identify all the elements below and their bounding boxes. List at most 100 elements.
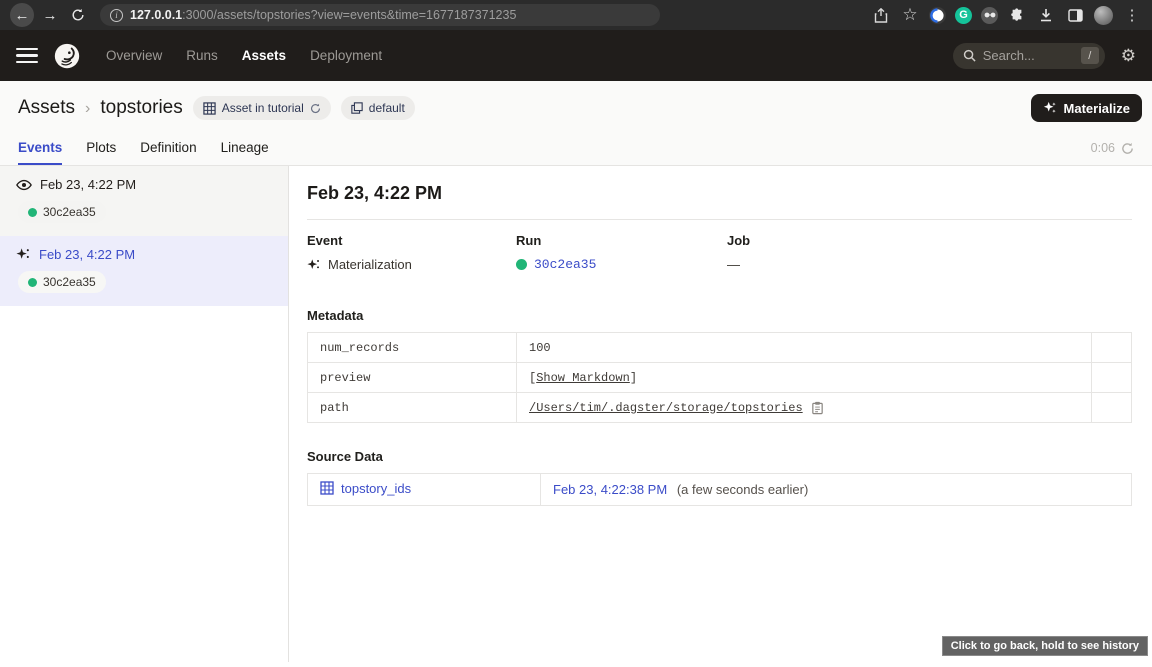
event-detail-panel: Feb 23, 4:22 PM Event Materialization Ru… [289,166,1152,662]
materialize-button[interactable]: Materialize [1031,94,1142,122]
refresh-icon[interactable] [1121,142,1134,155]
profile-avatar[interactable] [1094,6,1113,25]
goggles-extension-icon[interactable] [981,7,998,24]
nav-item-deployment[interactable]: Deployment [310,48,382,63]
event-type-value: Materialization [328,257,412,272]
browser-status-tooltip: Click to go back, hold to see history [942,636,1148,656]
url-text: 127.0.0.1:3000/assets/topstories?view=ev… [130,8,516,22]
source-event-time-link[interactable]: Feb 23, 4:22:38 PM [553,482,667,497]
source-data-section-title: Source Data [307,449,1132,464]
materialize-button-label: Materialize [1064,101,1130,116]
search-placeholder: Search... [983,48,1074,63]
divider [307,219,1132,220]
repo-badge[interactable]: default [341,96,415,120]
dagster-logo [52,41,82,71]
tab-lineage[interactable]: Lineage [221,132,269,165]
source-asset-name: topstory_ids [341,481,411,496]
metadata-section-title: Metadata [307,308,1132,323]
downloads-icon[interactable] [1036,5,1056,25]
browser-menu-icon[interactable]: ⋮ [1122,5,1142,25]
url-host: 127.0.0.1 [130,8,182,22]
search-input[interactable]: Search... / [953,43,1105,69]
event-time: Feb 23, 4:22 PM [40,177,136,192]
browser-back-button[interactable]: ← [10,3,34,27]
run-id-link[interactable]: 30c2ea35 [534,257,596,272]
metadata-value: [Show Markdown] [517,363,1092,393]
source-asset-link[interactable]: topstory_ids [320,481,411,496]
nav-right: Search... / ⚙ [953,43,1136,69]
grammarly-letter: G [959,9,968,21]
side-panel-icon[interactable] [1065,5,1085,25]
breadcrumb-assets-link[interactable]: Assets [18,97,75,119]
url-path: :3000/assets/topstories?view=events&time… [182,8,516,22]
share-icon[interactable] [871,5,891,25]
tab-events[interactable]: Events [18,132,62,165]
nav-item-runs[interactable]: Runs [186,48,218,63]
page-info-icon[interactable]: i [110,9,123,22]
empty-cell [1092,393,1132,423]
search-shortcut-key: / [1081,47,1099,64]
breadcrumb: Assets › topstories [18,97,183,119]
empty-cell [1092,333,1132,363]
nav-item-assets[interactable]: Assets [242,48,286,63]
nav-item-overview[interactable]: Overview [106,48,162,63]
metadata-key: path [308,393,517,423]
table-grid-icon [320,481,334,495]
event-list-item-observation[interactable]: Feb 23, 4:22 PM 30c2ea35 [0,166,288,236]
table-row: path /Users/tim/.dagster/storage/topstor… [308,393,1132,423]
metadata-key: preview [308,363,517,393]
extension-icon-blue[interactable] [929,7,946,24]
reload-icon [71,8,85,22]
browser-action-icons: ☆ G ⋮ [871,5,1142,25]
bracket: ] [630,371,637,385]
job-label: Job [727,233,750,248]
extensions-puzzle-icon[interactable] [1007,5,1027,25]
table-row: num_records 100 [308,333,1132,363]
repo-badge-label: default [369,101,405,115]
run-id-pill[interactable]: 30c2ea35 [18,271,106,293]
metadata-table: num_records 100 preview [Show Markdown] … [307,332,1132,423]
asset-tabs: Events Plots Definition Lineage 0:06 [0,132,1152,165]
observation-eye-icon [16,179,32,191]
page-header: Assets › topstories Asset in tutorial de… [0,81,1152,166]
tab-plots[interactable]: Plots [86,132,116,165]
address-bar[interactable]: i 127.0.0.1:3000/assets/topstories?view=… [100,4,660,26]
sparkle-icon [1043,101,1057,115]
bookmark-star-icon[interactable]: ☆ [900,5,920,25]
run-id: 30c2ea35 [43,275,96,289]
run-status-dot [516,259,527,270]
empty-cell [1092,363,1132,393]
clipboard-copy-icon[interactable] [811,401,824,415]
run-id: 30c2ea35 [43,205,96,219]
hamburger-menu-icon[interactable] [16,48,38,64]
metadata-key: num_records [308,333,517,363]
event-list-item-materialization[interactable]: Feb 23, 4:22 PM 30c2ea35 [0,236,288,306]
run-status-dot [28,208,37,217]
run-status-dot [28,278,37,287]
asset-group-badge[interactable]: Asset in tutorial [193,96,331,120]
tab-definition[interactable]: Definition [140,132,196,165]
event-detail-title: Feb 23, 4:22 PM [307,183,1132,204]
show-markdown-link[interactable]: Show Markdown [536,371,630,385]
path-link[interactable]: /Users/tim/.dagster/storage/topstories [529,401,803,415]
grammarly-icon[interactable]: G [955,7,972,24]
event-label: Event [307,233,516,248]
refresh-timer: 0:06 [1091,141,1115,155]
run-label: Run [516,233,727,248]
app-navbar: Overview Runs Assets Deployment Search..… [0,30,1152,81]
table-row: preview [Show Markdown] [308,363,1132,393]
nav-links: Overview Runs Assets Deployment [106,48,382,63]
source-data-table: topstory_ids Feb 23, 4:22:38 PM (a few s… [307,473,1132,506]
workspace-copy-icon [351,102,363,114]
run-id-pill[interactable]: 30c2ea35 [18,201,106,223]
asset-group-badge-label: Asset in tutorial [222,101,304,115]
materialization-sparkle-icon [307,258,321,272]
reload-small-icon[interactable] [310,103,321,114]
breadcrumb-separator: › [85,100,90,118]
metadata-value: /Users/tim/.dagster/storage/topstories [517,393,1092,423]
settings-gear-icon[interactable]: ⚙ [1121,46,1136,66]
browser-reload-button[interactable] [66,3,90,27]
browser-toolbar: ← → i 127.0.0.1:3000/assets/topstories?v… [0,0,1152,30]
browser-forward-button[interactable]: → [38,3,62,27]
event-list-sidebar: Feb 23, 4:22 PM 30c2ea35 Feb 23, 4:22 PM… [0,166,289,662]
